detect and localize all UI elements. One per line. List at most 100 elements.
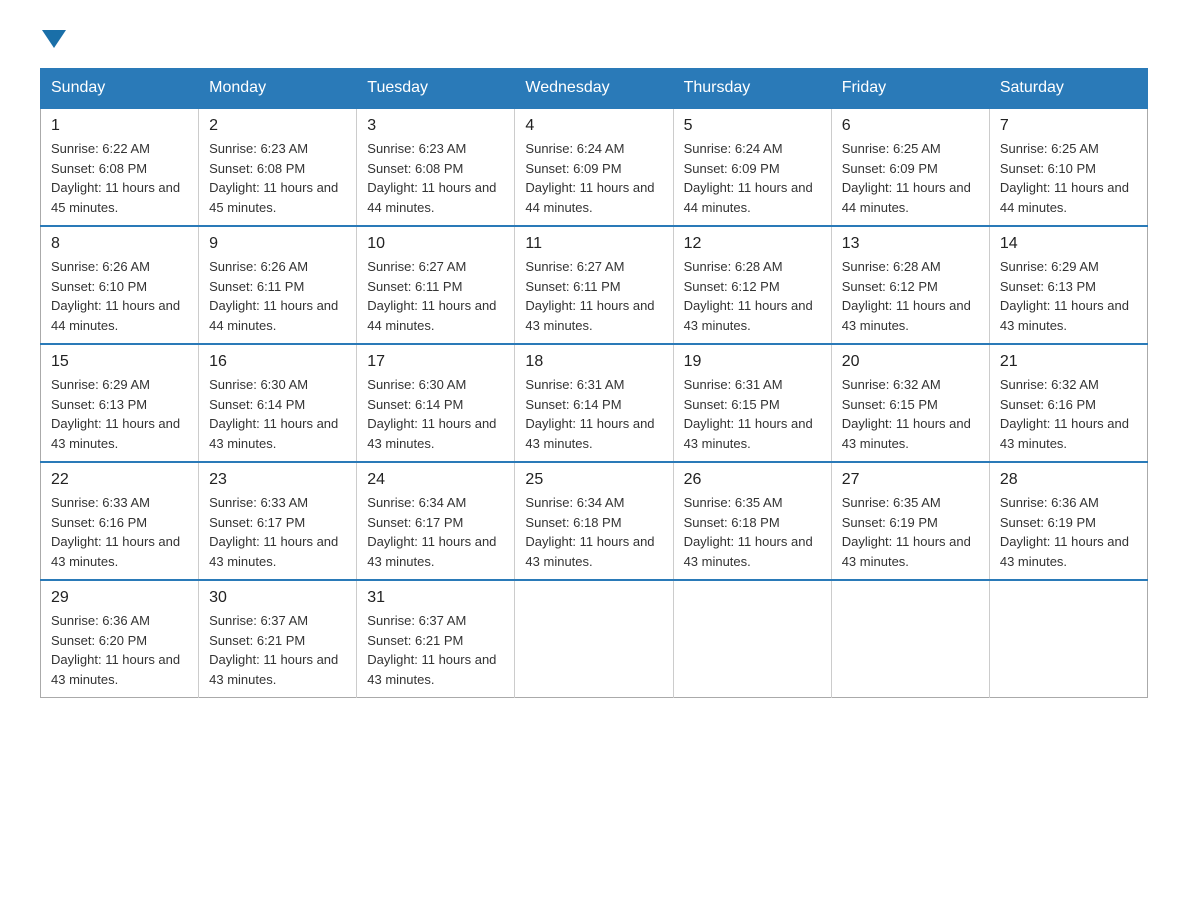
calendar-cell <box>831 580 989 698</box>
day-info: Sunrise: 6:24 AM Sunset: 6:09 PM Dayligh… <box>525 139 662 217</box>
column-header-sunday: Sunday <box>41 69 199 109</box>
day-info: Sunrise: 6:24 AM Sunset: 6:09 PM Dayligh… <box>684 139 821 217</box>
calendar-cell: 25 Sunrise: 6:34 AM Sunset: 6:18 PM Dayl… <box>515 462 673 580</box>
calendar-cell: 8 Sunrise: 6:26 AM Sunset: 6:10 PM Dayli… <box>41 226 199 344</box>
calendar-cell: 17 Sunrise: 6:30 AM Sunset: 6:14 PM Dayl… <box>357 344 515 462</box>
calendar-cell: 10 Sunrise: 6:27 AM Sunset: 6:11 PM Dayl… <box>357 226 515 344</box>
day-number: 19 <box>684 353 821 371</box>
calendar-week-row: 8 Sunrise: 6:26 AM Sunset: 6:10 PM Dayli… <box>41 226 1148 344</box>
day-info: Sunrise: 6:29 AM Sunset: 6:13 PM Dayligh… <box>1000 257 1137 335</box>
calendar-week-row: 1 Sunrise: 6:22 AM Sunset: 6:08 PM Dayli… <box>41 108 1148 226</box>
calendar-cell: 18 Sunrise: 6:31 AM Sunset: 6:14 PM Dayl… <box>515 344 673 462</box>
day-info: Sunrise: 6:34 AM Sunset: 6:17 PM Dayligh… <box>367 493 504 571</box>
calendar-cell: 4 Sunrise: 6:24 AM Sunset: 6:09 PM Dayli… <box>515 108 673 226</box>
calendar-cell: 28 Sunrise: 6:36 AM Sunset: 6:19 PM Dayl… <box>989 462 1147 580</box>
calendar-cell: 14 Sunrise: 6:29 AM Sunset: 6:13 PM Dayl… <box>989 226 1147 344</box>
day-info: Sunrise: 6:37 AM Sunset: 6:21 PM Dayligh… <box>367 611 504 689</box>
calendar-week-row: 15 Sunrise: 6:29 AM Sunset: 6:13 PM Dayl… <box>41 344 1148 462</box>
calendar-cell: 22 Sunrise: 6:33 AM Sunset: 6:16 PM Dayl… <box>41 462 199 580</box>
day-info: Sunrise: 6:28 AM Sunset: 6:12 PM Dayligh… <box>842 257 979 335</box>
calendar-cell: 16 Sunrise: 6:30 AM Sunset: 6:14 PM Dayl… <box>199 344 357 462</box>
day-info: Sunrise: 6:26 AM Sunset: 6:10 PM Dayligh… <box>51 257 188 335</box>
calendar-cell: 12 Sunrise: 6:28 AM Sunset: 6:12 PM Dayl… <box>673 226 831 344</box>
calendar-header-row: SundayMondayTuesdayWednesdayThursdayFrid… <box>41 69 1148 109</box>
calendar-cell: 2 Sunrise: 6:23 AM Sunset: 6:08 PM Dayli… <box>199 108 357 226</box>
day-number: 27 <box>842 471 979 489</box>
day-number: 16 <box>209 353 346 371</box>
page-header <box>40 30 1148 48</box>
day-number: 13 <box>842 235 979 253</box>
day-number: 28 <box>1000 471 1137 489</box>
day-number: 25 <box>525 471 662 489</box>
day-info: Sunrise: 6:33 AM Sunset: 6:16 PM Dayligh… <box>51 493 188 571</box>
logo-arrow-icon <box>42 30 66 48</box>
day-info: Sunrise: 6:30 AM Sunset: 6:14 PM Dayligh… <box>367 375 504 453</box>
day-info: Sunrise: 6:35 AM Sunset: 6:19 PM Dayligh… <box>842 493 979 571</box>
calendar-cell: 21 Sunrise: 6:32 AM Sunset: 6:16 PM Dayl… <box>989 344 1147 462</box>
calendar-cell: 26 Sunrise: 6:35 AM Sunset: 6:18 PM Dayl… <box>673 462 831 580</box>
day-number: 26 <box>684 471 821 489</box>
calendar-cell: 1 Sunrise: 6:22 AM Sunset: 6:08 PM Dayli… <box>41 108 199 226</box>
day-info: Sunrise: 6:27 AM Sunset: 6:11 PM Dayligh… <box>367 257 504 335</box>
day-number: 5 <box>684 117 821 135</box>
day-number: 8 <box>51 235 188 253</box>
day-info: Sunrise: 6:27 AM Sunset: 6:11 PM Dayligh… <box>525 257 662 335</box>
calendar-cell: 6 Sunrise: 6:25 AM Sunset: 6:09 PM Dayli… <box>831 108 989 226</box>
calendar-cell: 30 Sunrise: 6:37 AM Sunset: 6:21 PM Dayl… <box>199 580 357 698</box>
calendar-cell: 7 Sunrise: 6:25 AM Sunset: 6:10 PM Dayli… <box>989 108 1147 226</box>
day-number: 18 <box>525 353 662 371</box>
day-info: Sunrise: 6:36 AM Sunset: 6:20 PM Dayligh… <box>51 611 188 689</box>
day-number: 7 <box>1000 117 1137 135</box>
day-number: 22 <box>51 471 188 489</box>
day-info: Sunrise: 6:31 AM Sunset: 6:15 PM Dayligh… <box>684 375 821 453</box>
calendar-week-row: 29 Sunrise: 6:36 AM Sunset: 6:20 PM Dayl… <box>41 580 1148 698</box>
day-number: 29 <box>51 589 188 607</box>
day-info: Sunrise: 6:32 AM Sunset: 6:16 PM Dayligh… <box>1000 375 1137 453</box>
day-info: Sunrise: 6:23 AM Sunset: 6:08 PM Dayligh… <box>209 139 346 217</box>
calendar-cell: 5 Sunrise: 6:24 AM Sunset: 6:09 PM Dayli… <box>673 108 831 226</box>
day-number: 12 <box>684 235 821 253</box>
day-info: Sunrise: 6:33 AM Sunset: 6:17 PM Dayligh… <box>209 493 346 571</box>
column-header-wednesday: Wednesday <box>515 69 673 109</box>
day-number: 4 <box>525 117 662 135</box>
day-info: Sunrise: 6:34 AM Sunset: 6:18 PM Dayligh… <box>525 493 662 571</box>
column-header-friday: Friday <box>831 69 989 109</box>
day-number: 20 <box>842 353 979 371</box>
logo <box>40 30 68 48</box>
day-info: Sunrise: 6:28 AM Sunset: 6:12 PM Dayligh… <box>684 257 821 335</box>
calendar-cell: 15 Sunrise: 6:29 AM Sunset: 6:13 PM Dayl… <box>41 344 199 462</box>
day-number: 17 <box>367 353 504 371</box>
day-info: Sunrise: 6:35 AM Sunset: 6:18 PM Dayligh… <box>684 493 821 571</box>
day-info: Sunrise: 6:25 AM Sunset: 6:09 PM Dayligh… <box>842 139 979 217</box>
calendar-cell: 11 Sunrise: 6:27 AM Sunset: 6:11 PM Dayl… <box>515 226 673 344</box>
calendar-cell: 20 Sunrise: 6:32 AM Sunset: 6:15 PM Dayl… <box>831 344 989 462</box>
day-number: 30 <box>209 589 346 607</box>
day-number: 24 <box>367 471 504 489</box>
calendar-cell <box>989 580 1147 698</box>
calendar-cell <box>515 580 673 698</box>
day-info: Sunrise: 6:31 AM Sunset: 6:14 PM Dayligh… <box>525 375 662 453</box>
day-number: 15 <box>51 353 188 371</box>
day-info: Sunrise: 6:36 AM Sunset: 6:19 PM Dayligh… <box>1000 493 1137 571</box>
calendar-cell: 27 Sunrise: 6:35 AM Sunset: 6:19 PM Dayl… <box>831 462 989 580</box>
column-header-saturday: Saturday <box>989 69 1147 109</box>
day-number: 31 <box>367 589 504 607</box>
day-info: Sunrise: 6:26 AM Sunset: 6:11 PM Dayligh… <box>209 257 346 335</box>
day-number: 2 <box>209 117 346 135</box>
column-header-tuesday: Tuesday <box>357 69 515 109</box>
day-info: Sunrise: 6:23 AM Sunset: 6:08 PM Dayligh… <box>367 139 504 217</box>
calendar-cell: 29 Sunrise: 6:36 AM Sunset: 6:20 PM Dayl… <box>41 580 199 698</box>
day-number: 3 <box>367 117 504 135</box>
day-info: Sunrise: 6:29 AM Sunset: 6:13 PM Dayligh… <box>51 375 188 453</box>
calendar-cell: 23 Sunrise: 6:33 AM Sunset: 6:17 PM Dayl… <box>199 462 357 580</box>
day-info: Sunrise: 6:25 AM Sunset: 6:10 PM Dayligh… <box>1000 139 1137 217</box>
day-number: 23 <box>209 471 346 489</box>
day-info: Sunrise: 6:32 AM Sunset: 6:15 PM Dayligh… <box>842 375 979 453</box>
column-header-monday: Monday <box>199 69 357 109</box>
calendar-cell: 24 Sunrise: 6:34 AM Sunset: 6:17 PM Dayl… <box>357 462 515 580</box>
day-number: 6 <box>842 117 979 135</box>
day-number: 10 <box>367 235 504 253</box>
day-info: Sunrise: 6:22 AM Sunset: 6:08 PM Dayligh… <box>51 139 188 217</box>
calendar-cell <box>673 580 831 698</box>
calendar-cell: 9 Sunrise: 6:26 AM Sunset: 6:11 PM Dayli… <box>199 226 357 344</box>
